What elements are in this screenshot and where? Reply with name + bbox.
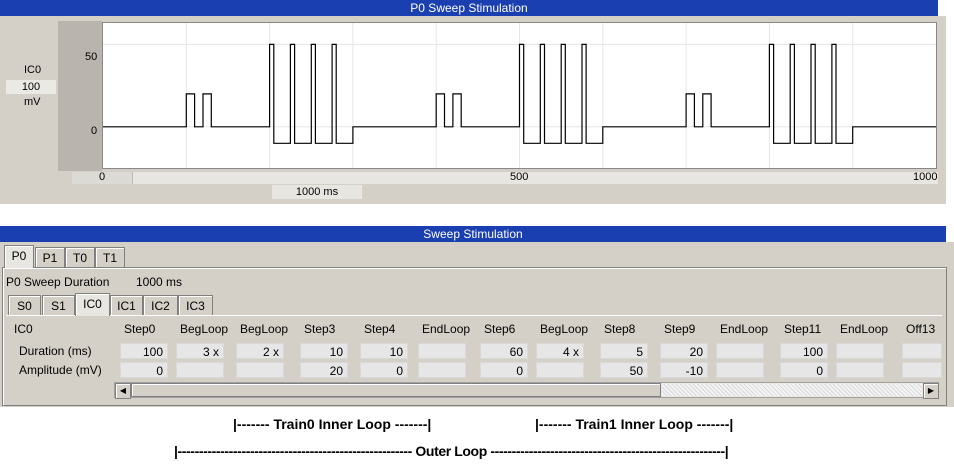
- table-cell[interactable]: 100: [780, 343, 828, 359]
- column-header: Step11: [784, 322, 822, 336]
- train0-inner-loop-annotation: |------- Train0 Inner Loop -------|: [233, 416, 432, 432]
- table-cell[interactable]: [836, 343, 884, 359]
- column-header: Step0: [124, 322, 156, 336]
- tab-ic1[interactable]: IC1: [110, 295, 143, 316]
- tab-t0[interactable]: T0: [65, 247, 95, 268]
- table-cell[interactable]: 0: [120, 362, 168, 378]
- table-cell[interactable]: 60: [480, 343, 528, 359]
- table-cell[interactable]: 0: [360, 362, 408, 378]
- column-header: Step9: [664, 322, 696, 336]
- table-cell[interactable]: 20: [300, 362, 348, 378]
- table-cell[interactable]: [716, 343, 764, 359]
- scale-unit: mV: [24, 96, 41, 108]
- y-tick-label: 0: [91, 125, 98, 137]
- table-cell[interactable]: 4 x: [536, 343, 584, 359]
- table-cell[interactable]: 0: [780, 362, 828, 378]
- tab-p1[interactable]: P1: [35, 247, 65, 268]
- channel-label: IC0: [24, 64, 42, 76]
- x-axis-strip[interactable]: [72, 172, 938, 184]
- channel-scale-panel: [0, 16, 58, 204]
- column-header: Step6: [484, 322, 516, 336]
- tab-p0[interactable]: P0: [4, 245, 34, 268]
- table-cell[interactable]: [836, 362, 884, 378]
- column-header: BegLoop: [540, 322, 589, 336]
- column-header: EndLoop: [422, 322, 471, 336]
- table-corner-label: IC0: [14, 322, 33, 336]
- tab-s0[interactable]: S0: [8, 295, 41, 316]
- row-label-amplitude: Amplitude (mV): [19, 363, 102, 377]
- x-tick-label: 0: [99, 171, 106, 183]
- tab-t1[interactable]: T1: [95, 247, 125, 268]
- table-cell[interactable]: 50: [600, 362, 648, 378]
- tab-ic3[interactable]: IC3: [178, 295, 213, 316]
- sweep-duration-label: P0 Sweep Duration: [6, 275, 110, 289]
- tab-ic0[interactable]: IC0: [75, 293, 110, 316]
- sweep-window: P0 P1 T0 T1 P0 Sweep Duration 1000 ms S0…: [0, 242, 954, 407]
- scale-value-box[interactable]: 100: [6, 80, 56, 94]
- tab-ic2[interactable]: IC2: [143, 295, 178, 316]
- row-label-duration: Duration (ms): [19, 344, 92, 358]
- table-cell[interactable]: 0: [480, 362, 528, 378]
- train1-inner-loop-annotation: |------- Train1 Inner Loop -------|: [535, 416, 734, 432]
- tab-s1[interactable]: S1: [42, 295, 75, 316]
- sweep-plot[interactable]: [102, 22, 937, 169]
- scroll-left-arrow-icon[interactable]: ◀: [115, 383, 131, 399]
- column-header: EndLoop: [840, 322, 889, 336]
- column-header: BegLoop: [240, 322, 289, 336]
- x-tick-label: 1000: [913, 171, 938, 183]
- table-cell[interactable]: 20: [660, 343, 708, 359]
- column-header: BegLoop: [180, 322, 229, 336]
- table-cell[interactable]: 100: [120, 343, 168, 359]
- y-axis-panel: [58, 21, 102, 171]
- table-cell[interactable]: [536, 362, 584, 378]
- table-cell[interactable]: 5: [600, 343, 648, 359]
- table-cell[interactable]: 10: [300, 343, 348, 359]
- column-header: Off13: [906, 322, 936, 336]
- x-tick-label: 500: [510, 171, 529, 183]
- table-scroll-thumb[interactable]: [131, 383, 661, 397]
- table-cell[interactable]: [176, 362, 224, 378]
- chart-window: IC0 100 mV 50 0 0 500 1000 1000 ms: [0, 16, 946, 204]
- column-header: Step8: [604, 322, 636, 336]
- table-cell[interactable]: [902, 362, 942, 378]
- sweep-window-titlebar: Sweep Stimulation: [0, 226, 946, 242]
- scroll-right-arrow-icon[interactable]: ▶: [923, 383, 939, 399]
- table-cell[interactable]: [716, 362, 764, 378]
- table-cell[interactable]: -10: [660, 362, 708, 378]
- table-cell[interactable]: 10: [360, 343, 408, 359]
- sweep-duration-box[interactable]: 1000 ms: [272, 185, 362, 199]
- table-cell[interactable]: [236, 362, 284, 378]
- table-cell[interactable]: [418, 343, 466, 359]
- table-cell[interactable]: [418, 362, 466, 378]
- column-header: Step4: [364, 322, 396, 336]
- column-header: EndLoop: [720, 322, 769, 336]
- column-header: Step3: [304, 322, 336, 336]
- sweep-duration-value[interactable]: 1000 ms: [136, 275, 182, 289]
- scroll-track-remainder[interactable]: [662, 384, 922, 396]
- outer-loop-annotation: |---------------------------------------…: [174, 443, 729, 459]
- table-cell[interactable]: 2 x: [236, 343, 284, 359]
- table-cell[interactable]: 3 x: [176, 343, 224, 359]
- table-cell[interactable]: [902, 343, 942, 359]
- chart-window-titlebar: P0 Sweep Stimulation: [0, 0, 938, 16]
- y-tick-label: 50: [85, 51, 98, 63]
